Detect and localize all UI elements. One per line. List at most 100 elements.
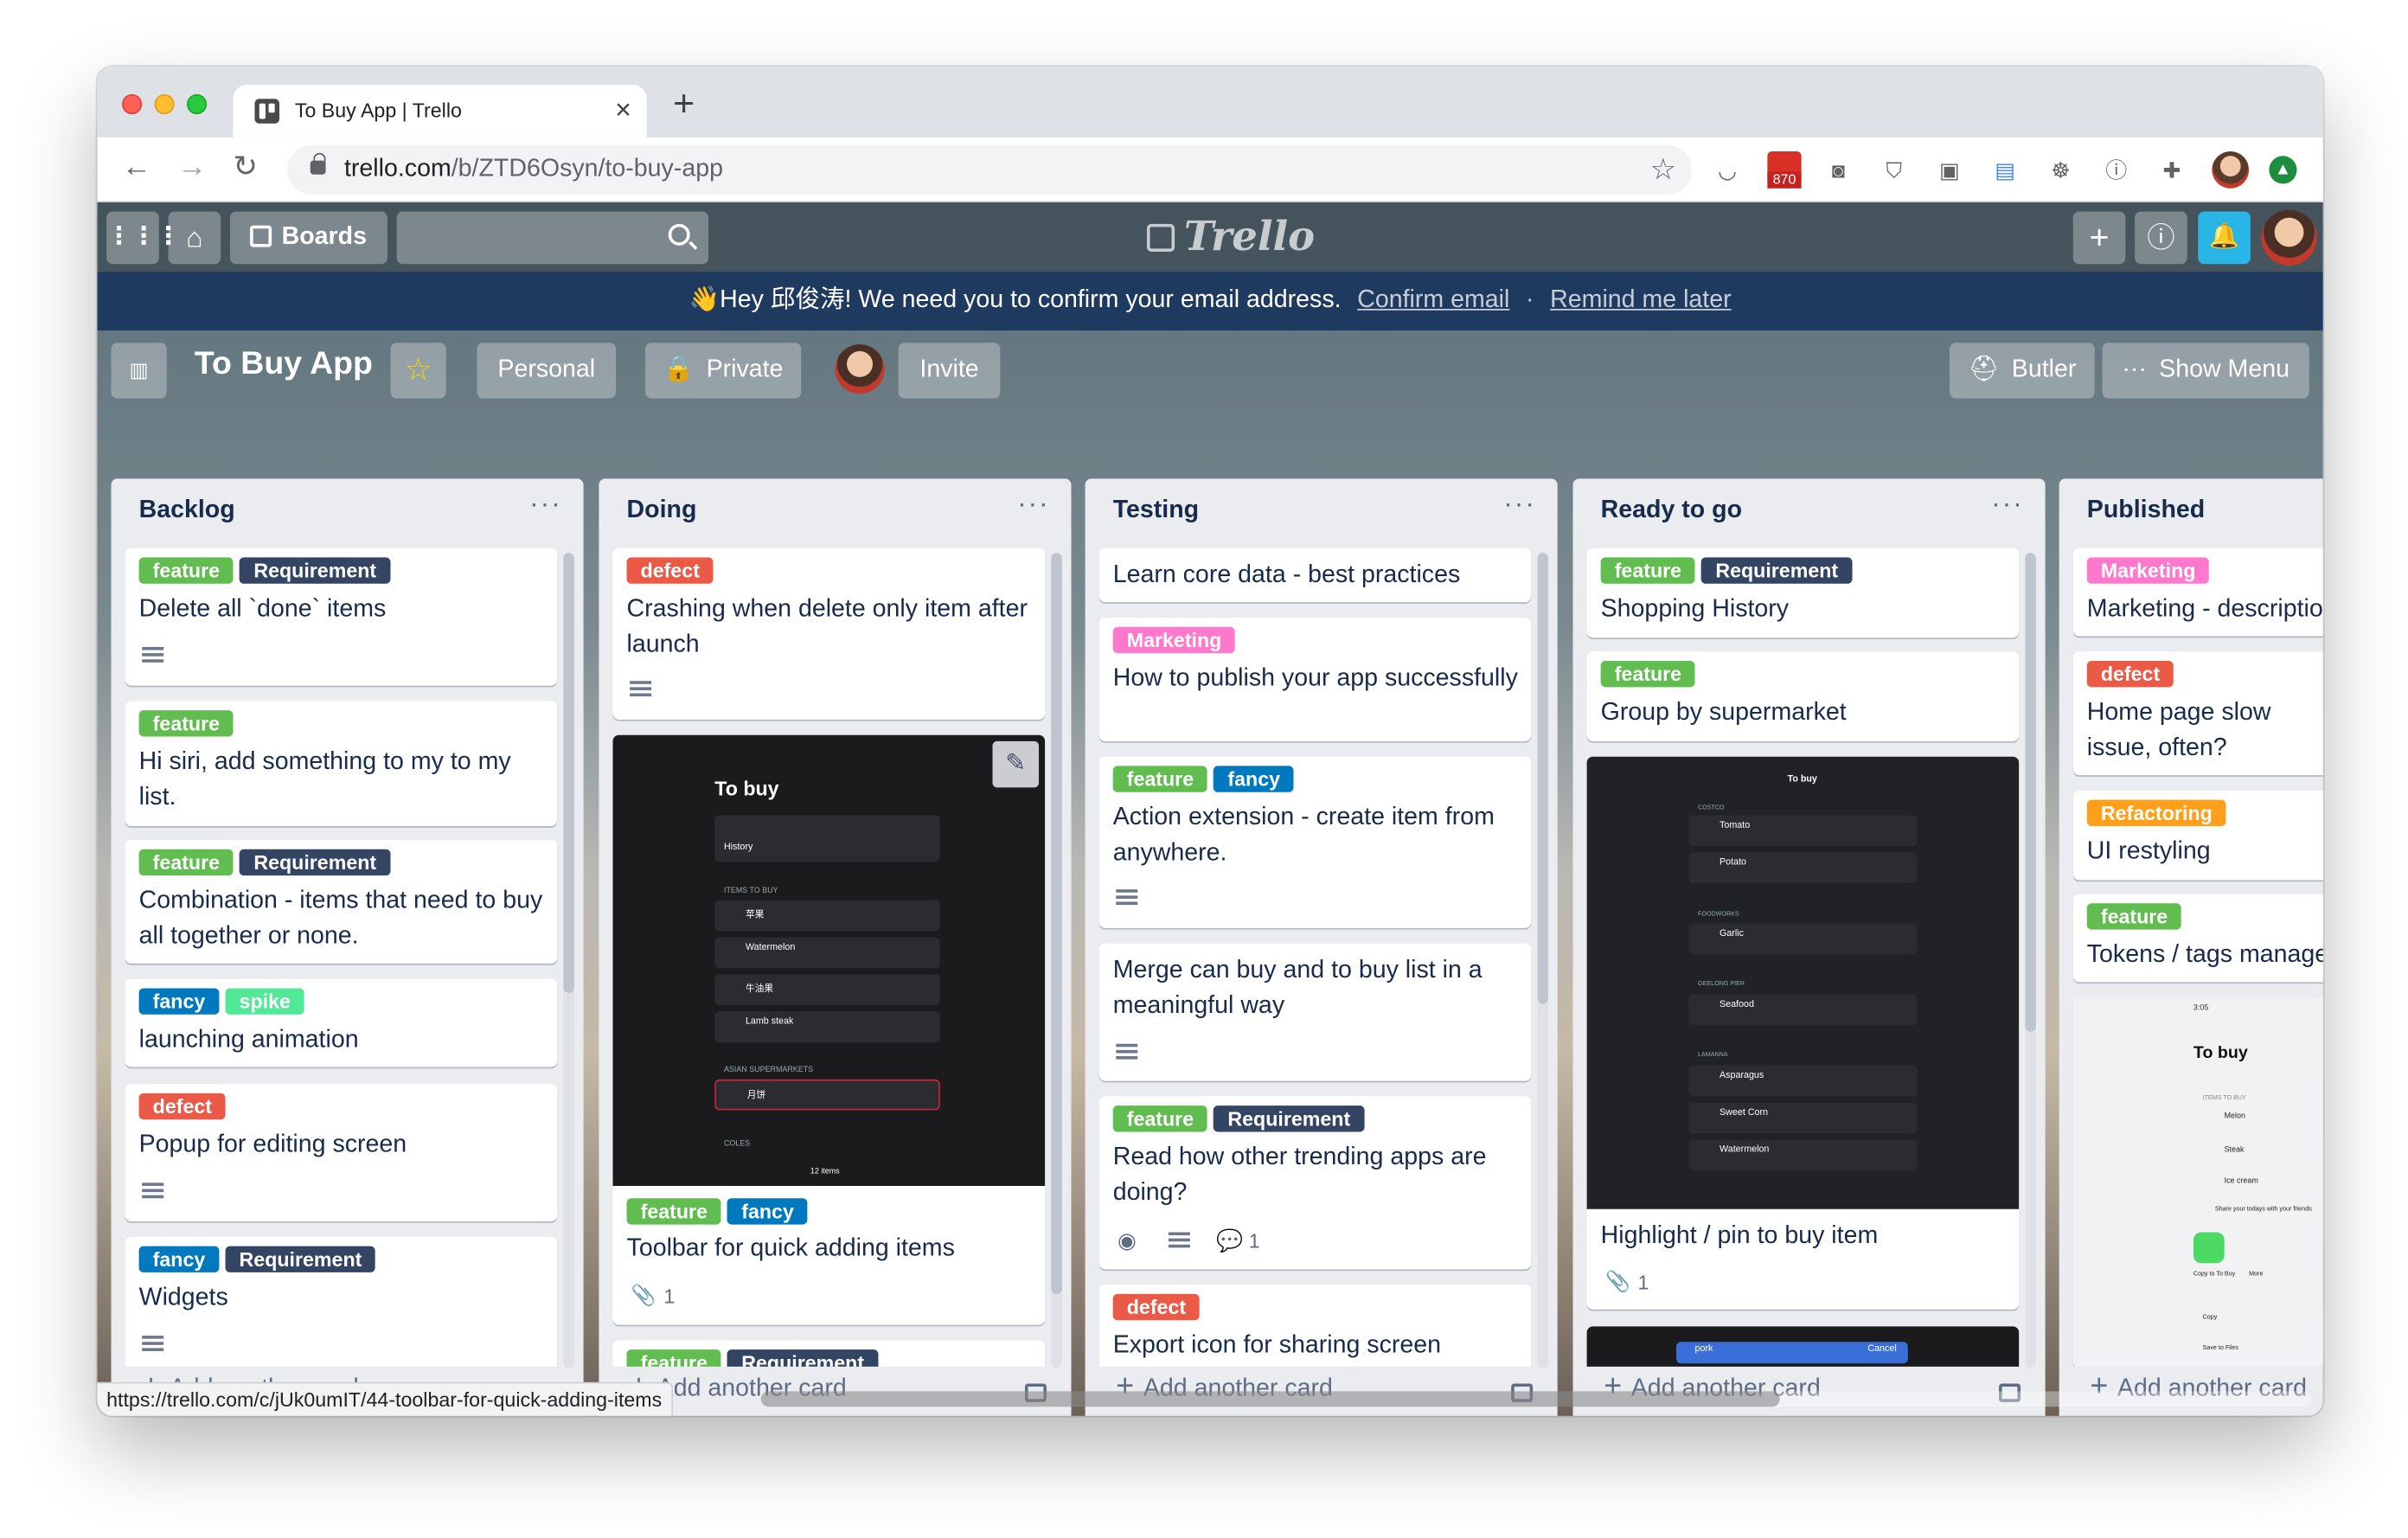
label-requirement[interactable]: Requirement bbox=[1701, 557, 1853, 584]
card[interactable]: fancy spike launching animation bbox=[125, 978, 558, 1067]
search-input[interactable] bbox=[396, 211, 709, 265]
board-title[interactable]: To Buy App bbox=[195, 346, 373, 383]
info-icon[interactable]: ⓘ bbox=[2135, 211, 2187, 265]
card[interactable]: defect Home page slow issue, often? bbox=[2072, 651, 2323, 776]
list-menu-icon[interactable]: ··· bbox=[1503, 488, 1535, 520]
label-requirement[interactable]: Requirement bbox=[225, 1246, 376, 1272]
list-doing[interactable]: Doing ··· defect Crashing when delete on… bbox=[599, 478, 1072, 1416]
trello-logo[interactable]: Trello bbox=[1184, 215, 1315, 261]
search-icon[interactable] bbox=[668, 223, 690, 246]
list-scrollbar[interactable] bbox=[1051, 553, 1062, 1368]
show-menu-button[interactable]: ··· Show Menu bbox=[2102, 343, 2309, 399]
info-extension-icon[interactable]: ⓘ bbox=[2101, 155, 2132, 186]
card[interactable]: feature fancy Action extension - create i… bbox=[1098, 756, 1532, 928]
label-feature[interactable]: feature bbox=[626, 1198, 722, 1225]
card[interactable]: feature Requirement Shopping History bbox=[1586, 548, 2020, 638]
card[interactable]: feature Requirement Combination - items t… bbox=[125, 840, 558, 964]
gmail-extension-icon[interactable]: 870 bbox=[1767, 151, 1802, 189]
card[interactable]: feature Group by supermarket bbox=[1586, 651, 2020, 741]
label-spike[interactable]: spike bbox=[225, 988, 304, 1015]
card[interactable]: 3:05 To buy ITEMS TO BUY Melon Steak Ice… bbox=[2072, 997, 2323, 1367]
label-feature[interactable]: feature bbox=[2086, 903, 2182, 930]
label-feature[interactable]: feature bbox=[1600, 557, 1696, 584]
card[interactable]: Refactoring UI restyling bbox=[2072, 790, 2323, 881]
list-menu-icon[interactable]: ··· bbox=[529, 488, 561, 520]
card[interactable]: feature Tokens / tags management bbox=[2072, 894, 2323, 983]
card[interactable]: feature Requirement Read how other trendi… bbox=[1098, 1096, 1532, 1270]
label-marketing[interactable]: Marketing bbox=[2086, 557, 2210, 584]
new-tab-button[interactable]: + bbox=[673, 86, 695, 124]
label-feature[interactable]: feature bbox=[138, 849, 234, 876]
label-feature[interactable]: feature bbox=[138, 557, 234, 584]
scrollbar-thumb[interactable] bbox=[1537, 553, 1548, 1004]
shield-extension-icon[interactable]: ⛉ bbox=[1879, 155, 1910, 186]
browser-tab[interactable]: To Buy App | Trello × bbox=[233, 85, 647, 138]
list-title[interactable]: Testing bbox=[1113, 497, 1199, 525]
label-fancy[interactable]: fancy bbox=[727, 1198, 808, 1225]
team-visibility-button[interactable]: Personal bbox=[477, 343, 617, 399]
list-title[interactable]: Published bbox=[2087, 497, 2205, 525]
update-icon[interactable]: ▲ bbox=[2269, 156, 2297, 184]
label-fancy[interactable]: fancy bbox=[138, 1246, 220, 1272]
close-window-button[interactable] bbox=[121, 93, 143, 115]
card[interactable]: To buy COSTCO Tomato Potato FOODWORKS Ga… bbox=[1586, 756, 2020, 1310]
list-title[interactable]: Doing bbox=[627, 497, 697, 525]
boards-button[interactable]: Boards bbox=[229, 211, 387, 265]
card[interactable]: Merge can buy and to buy list in a meani… bbox=[1098, 943, 1532, 1081]
card[interactable]: pork Cancel bbox=[1586, 1326, 2020, 1367]
zoom-window-button[interactable] bbox=[186, 93, 208, 115]
list-scrollbar[interactable] bbox=[563, 553, 574, 1368]
invite-button[interactable]: Invite bbox=[898, 343, 1001, 399]
label-defect[interactable]: defect bbox=[1112, 1293, 1201, 1321]
label-marketing[interactable]: Marketing bbox=[1112, 626, 1236, 654]
list-menu-icon[interactable]: ··· bbox=[1991, 488, 2023, 520]
spy-extension-icon[interactable]: ☸ bbox=[2046, 155, 2077, 186]
scrollbar-thumb[interactable] bbox=[1051, 553, 1062, 1294]
list-title[interactable]: Backlog bbox=[139, 497, 235, 525]
card[interactable]: Marketing Marketing - description bbox=[2072, 548, 2323, 637]
remind-later-link[interactable]: Remind me later bbox=[1550, 287, 1731, 313]
label-feature[interactable]: feature bbox=[1600, 661, 1696, 688]
privacy-button[interactable]: 🔒 Private bbox=[644, 343, 802, 399]
edit-pencil-icon[interactable]: ✎ bbox=[992, 740, 1040, 788]
confirm-email-link[interactable]: Confirm email bbox=[1357, 287, 1509, 313]
member-avatar[interactable] bbox=[2261, 209, 2317, 266]
translate-extension-icon[interactable]: ▤ bbox=[1989, 155, 2021, 186]
list-testing[interactable]: Testing ··· Learn core data - best pract… bbox=[1085, 478, 1558, 1416]
star-board-icon[interactable]: ☆ bbox=[390, 343, 446, 399]
list-published[interactable]: Published Marketing Marketing - descript… bbox=[2059, 478, 2323, 1416]
label-requirement[interactable]: Requirement bbox=[240, 557, 391, 584]
card[interactable]: Learn core data - best practices bbox=[1098, 548, 1532, 603]
label-feature[interactable]: feature bbox=[1112, 1105, 1208, 1132]
list-scrollbar[interactable] bbox=[1537, 553, 1548, 1368]
list-scrollbar[interactable] bbox=[2025, 553, 2036, 1368]
address-bar[interactable]: trello.com/b/ZTD6Osyn/to-buy-app ☆ bbox=[286, 144, 1692, 195]
extensions-puzzle-icon[interactable]: ✚ bbox=[2156, 155, 2187, 186]
pocket-extension-icon[interactable]: ◡ bbox=[1712, 155, 1743, 186]
url-text[interactable]: trello.com/b/ZTD6Osyn/to-buy-app bbox=[344, 156, 723, 183]
list-backlog[interactable]: Backlog ··· feature Requirement Delete al… bbox=[111, 478, 584, 1416]
card[interactable]: feature Requirement bbox=[612, 1340, 1046, 1367]
profile-avatar[interactable] bbox=[2212, 151, 2250, 189]
label-feature[interactable]: feature bbox=[138, 710, 234, 737]
label-fancy[interactable]: fancy bbox=[1214, 766, 1295, 792]
tab-close-icon[interactable]: × bbox=[615, 94, 631, 126]
notification-bell-icon[interactable]: 🔔 bbox=[2198, 211, 2251, 265]
card[interactable]: fancy Requirement Widgets bbox=[125, 1236, 558, 1367]
label-requirement[interactable]: Requirement bbox=[240, 849, 391, 876]
card[interactable]: defect Popup for editing screen bbox=[125, 1084, 558, 1222]
card[interactable]: feature Hi siri, add something to my to … bbox=[125, 701, 558, 827]
create-plus-icon[interactable]: + bbox=[2072, 211, 2126, 265]
card[interactable]: To buy History ITEMS TO BUY 苹果 Watermelo… bbox=[612, 734, 1046, 1325]
label-refactoring[interactable]: Refactoring bbox=[2086, 799, 2226, 827]
board-horizontal-scrollbar[interactable] bbox=[760, 1391, 2313, 1407]
card[interactable]: Marketing How to publish your app succes… bbox=[1098, 618, 1532, 741]
card[interactable]: defect Export icon for sharing screen bbox=[1098, 1285, 1532, 1367]
label-defect[interactable]: defect bbox=[626, 557, 714, 584]
forward-arrow-icon[interactable]: → bbox=[177, 152, 207, 184]
label-defect[interactable]: defect bbox=[138, 1093, 227, 1120]
label-requirement[interactable]: Requirement bbox=[1214, 1105, 1365, 1132]
butler-button[interactable]: ⛑ Butler bbox=[1949, 343, 2095, 399]
camera-extension-icon[interactable]: ◙ bbox=[1823, 155, 1854, 186]
store-extension-icon[interactable]: ▣ bbox=[1934, 155, 1965, 186]
